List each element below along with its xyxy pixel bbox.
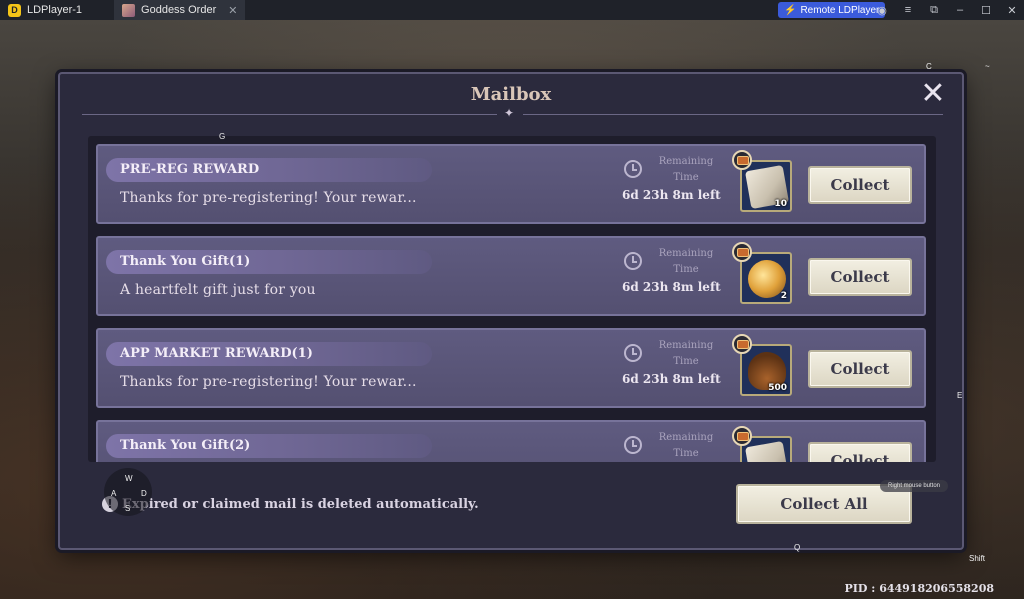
tab-ldplayer[interactable]: D LDPlayer-1 xyxy=(0,0,90,20)
account-icon[interactable]: ◉ xyxy=(876,4,888,17)
remaining-time-value: 6d 23h 8m left xyxy=(622,372,721,386)
mailbox-title: Mailbox xyxy=(470,84,552,105)
collect-button[interactable]: Collect xyxy=(808,442,912,462)
mail-description: Thanks for pre-registering! Your rewar..… xyxy=(120,374,417,390)
mail-title: APP MARKET REWARD(1) xyxy=(106,342,432,366)
tab-label: LDPlayer-1 xyxy=(27,4,83,16)
collect-button[interactable]: Collect xyxy=(808,166,912,204)
remaining-time-label: Remaining Time xyxy=(658,156,714,183)
reward-count: 2 xyxy=(780,291,787,301)
title-divider xyxy=(523,114,943,115)
tab-goddess-order[interactable]: Goddess Order ✕ xyxy=(114,0,246,20)
close-icon[interactable]: ✕ xyxy=(1006,4,1018,17)
keymap-s: S xyxy=(125,504,131,513)
mail-title: PRE-REG REWARD xyxy=(106,158,432,182)
reward-count: 500 xyxy=(768,383,787,393)
scroll-icon xyxy=(744,440,790,462)
right-mouse-hint: Right mouse button xyxy=(880,480,948,492)
chest-icon xyxy=(732,426,752,446)
remaining-time-value: 6d 23h 8m left xyxy=(622,188,721,202)
remaining-time-label: Remaining Time xyxy=(658,340,714,367)
chest-icon xyxy=(732,150,752,170)
title-divider xyxy=(82,114,497,115)
keymap-g: G xyxy=(219,132,226,141)
game-icon xyxy=(122,3,136,17)
mailbox-panel: Mailbox ✦ ✕ PRE-REG REWARD Thanks for pr… xyxy=(58,72,964,550)
clock-icon xyxy=(624,436,642,454)
chest-icon xyxy=(732,334,752,354)
tab-close-icon[interactable]: ✕ xyxy=(228,4,237,17)
clock-icon xyxy=(624,344,642,362)
emulator-titlebar: D LDPlayer-1 Goddess Order ✕ ⚡ Remote LD… xyxy=(0,0,1024,20)
keymap-c: C xyxy=(926,62,932,71)
ldplayer-logo-icon: D xyxy=(8,3,21,17)
ornament-star-icon: ✦ xyxy=(504,106,515,120)
remaining-time-label: Remaining Time xyxy=(658,432,714,459)
keymap-dash: ~ xyxy=(985,62,990,71)
mail-title: Thank You Gift(2) xyxy=(106,434,432,458)
mail-list[interactable]: PRE-REG REWARD Thanks for pre-registerin… xyxy=(88,136,936,462)
clock-icon xyxy=(624,252,642,270)
maximize-icon[interactable]: ☐ xyxy=(980,4,992,17)
auto-delete-notice: Expired or claimed mail is deleted autom… xyxy=(122,497,479,512)
minimize-icon[interactable]: – xyxy=(954,4,966,16)
keymap-e: E xyxy=(957,391,963,400)
player-id: PID : 644918206558208 xyxy=(844,582,994,595)
reward-count: 10 xyxy=(774,199,787,209)
window-controls: ◉ ≡ ⧉ – ☐ ✕ xyxy=(876,0,1018,20)
remaining-time-label: Remaining Time xyxy=(658,248,714,275)
keymap-d: D xyxy=(141,489,147,498)
mail-item[interactable]: PRE-REG REWARD Thanks for pre-registerin… xyxy=(96,144,926,224)
close-button[interactable]: ✕ xyxy=(918,79,948,110)
mail-item[interactable]: Thank You Gift(2) Remaining Time 1 Colle… xyxy=(96,420,926,462)
clock-icon xyxy=(624,160,642,178)
remaining-time-value: 6d 23h 8m left xyxy=(622,280,721,294)
chest-icon xyxy=(732,242,752,262)
mail-item[interactable]: APP MARKET REWARD(1) Thanks for pre-regi… xyxy=(96,328,926,408)
restore-icon[interactable]: ⧉ xyxy=(928,4,940,17)
collect-button[interactable]: Collect xyxy=(808,350,912,388)
mail-description: A heartfelt gift just for you xyxy=(120,282,316,298)
keymap-shift: Shift xyxy=(969,554,986,563)
keymap-w: W xyxy=(125,474,133,483)
keymap-a: A xyxy=(111,489,117,498)
remote-ldplayer-button[interactable]: ⚡ Remote LDPlayer xyxy=(778,2,886,18)
collect-button[interactable]: Collect xyxy=(808,258,912,296)
menu-icon[interactable]: ≡ xyxy=(902,4,914,16)
mail-item[interactable]: Thank You Gift(1) A heartfelt gift just … xyxy=(96,236,926,316)
mail-title: Thank You Gift(1) xyxy=(106,250,432,274)
mail-description: Thanks for pre-registering! Your rewar..… xyxy=(120,190,417,206)
lightning-icon: ⚡ xyxy=(784,4,797,16)
keymap-q: Q xyxy=(794,543,801,552)
tab-label: Goddess Order xyxy=(141,4,217,16)
